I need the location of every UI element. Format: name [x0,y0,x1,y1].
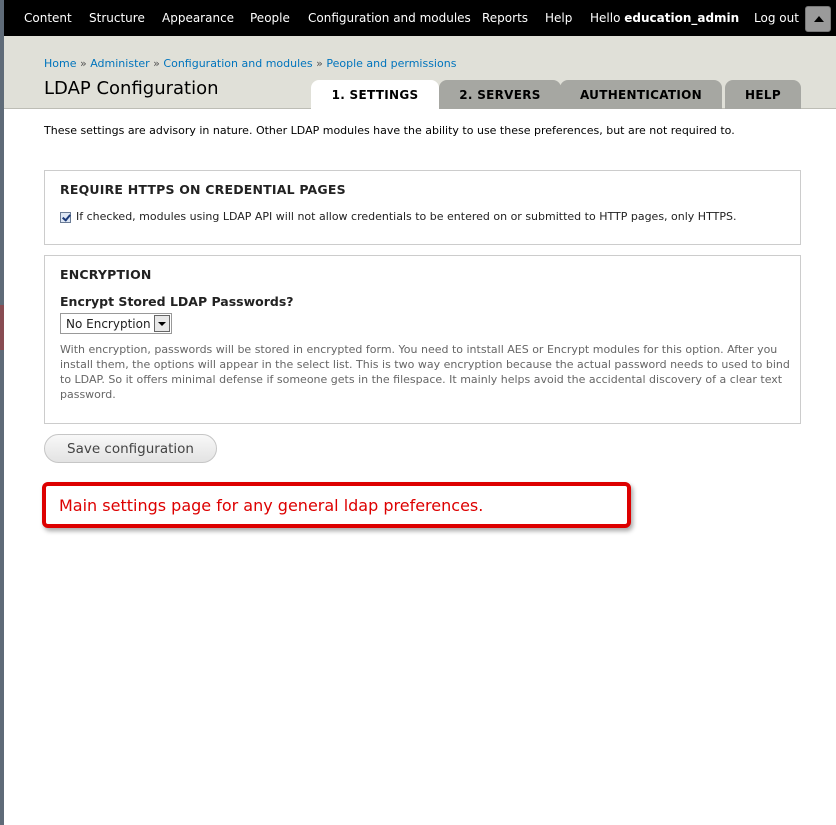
breadcrumb: Home » Administer » Configuration and mo… [44,57,456,70]
page-title: LDAP Configuration [44,78,219,99]
tab-authentication[interactable]: AUTHENTICATION [560,80,722,109]
toolbar-toggle-button[interactable] [805,6,831,32]
toolbar-item-reports[interactable]: Reports [482,11,528,25]
tab-servers[interactable]: 2. SERVERS [439,80,561,109]
https-checkbox[interactable] [60,212,71,223]
toolbar-item-people[interactable]: People [250,11,290,25]
annotation-callout: Main settings page for any general ldap … [42,482,631,528]
logout-link[interactable]: Log out [754,11,799,25]
breadcrumb-configuration[interactable]: Configuration and modules [163,57,312,70]
arrow-up-icon [814,16,824,22]
username[interactable]: education_admin [624,11,739,25]
toolbar-item-appearance[interactable]: Appearance [162,11,234,25]
breadcrumb-separator: » [316,57,323,70]
encryption-fieldset: ENCRYPTION Encrypt Stored LDAP Passwords… [44,255,801,424]
breadcrumb-separator: » [153,57,160,70]
user-greeting: Hello education_admin [590,11,739,25]
https-legend: REQUIRE HTTPS ON CREDENTIAL PAGES [60,182,346,197]
save-configuration-button[interactable]: Save configuration [44,434,217,463]
admin-toolbar: Content Structure Appearance People Conf… [4,0,836,36]
https-checkbox-label[interactable]: If checked, modules using LDAP API will … [76,210,736,223]
encrypt-field-label: Encrypt Stored LDAP Passwords? [60,294,294,309]
callout-text: Main settings page for any general ldap … [59,496,484,515]
encryption-legend: ENCRYPTION [60,267,152,282]
chevron-down-icon[interactable] [154,315,170,332]
window-edge-mark [0,305,4,350]
encryption-description: With encryption, passwords will be store… [60,343,790,401]
greeting-text: Hello [590,11,621,25]
https-fieldset: REQUIRE HTTPS ON CREDENTIAL PAGES If che… [44,170,801,245]
encryption-select[interactable]: No Encryption [60,313,172,334]
page-header: Home » Administer » Configuration and mo… [4,36,836,109]
tab-settings[interactable]: 1. SETTINGS [311,80,439,109]
tab-help[interactable]: HELP [725,80,801,109]
toolbar-item-structure[interactable]: Structure [89,11,145,25]
intro-text: These settings are advisory in nature. O… [44,124,735,137]
toolbar-item-configuration[interactable]: Configuration and modules [308,11,471,25]
toolbar-item-content[interactable]: Content [24,11,72,25]
window-left-border [0,0,4,825]
breadcrumb-home[interactable]: Home [44,57,76,70]
breadcrumb-administer[interactable]: Administer [90,57,149,70]
breadcrumb-people-permissions[interactable]: People and permissions [326,57,456,70]
toolbar-item-help[interactable]: Help [545,11,572,25]
breadcrumb-separator: » [79,57,87,70]
encryption-select-value: No Encryption [66,317,151,331]
